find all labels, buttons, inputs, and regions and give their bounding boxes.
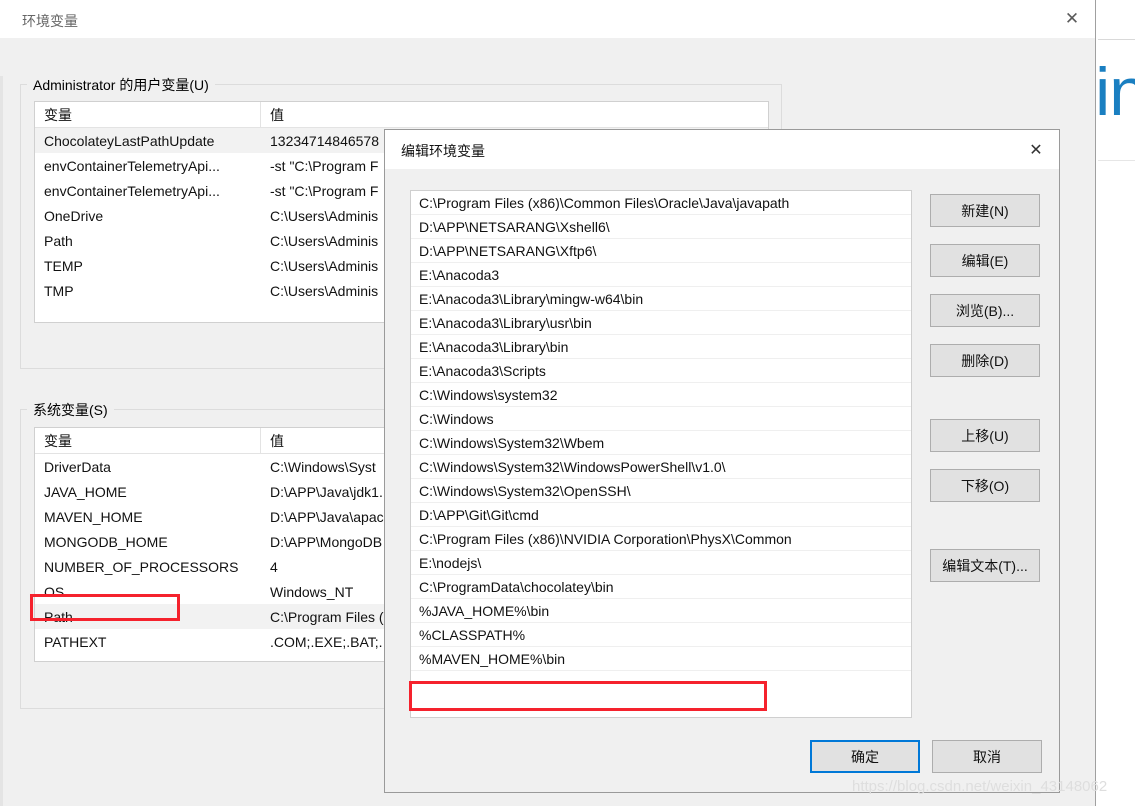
env-window-titlebar: 环境变量 ✕ [0, 0, 1095, 39]
path-entries-rows: C:\Program Files (x86)\Common Files\Orac… [411, 191, 911, 671]
path-entry-row[interactable]: C:\Program Files (x86)\Common Files\Orac… [411, 191, 911, 215]
variable-name-cell: MONGODB_HOME [44, 533, 168, 550]
browse-button[interactable]: 浏览(B)... [930, 294, 1040, 327]
path-entry-row[interactable]: E:\Anacoda3\Library\usr\bin [411, 311, 911, 335]
ok-button[interactable]: 确定 [810, 740, 920, 773]
variable-name-cell: JAVA_HOME [44, 483, 127, 500]
column-header-name[interactable]: 变量 [35, 102, 261, 127]
path-entry-row[interactable]: E:\Anacoda3\Scripts [411, 359, 911, 383]
move-down-button[interactable]: 下移(O) [930, 469, 1040, 502]
variable-name-cell: Path [44, 608, 73, 625]
path-entry-row[interactable]: %MAVEN_HOME%\bin [411, 647, 911, 671]
variable-name-cell: ChocolateyLastPathUpdate [44, 132, 215, 149]
path-entry-row[interactable]: C:\ProgramData\chocolatey\bin [411, 575, 911, 599]
desktop-divider-bottom [1098, 160, 1135, 161]
path-entry-row[interactable]: C:\Windows\System32\Wbem [411, 431, 911, 455]
window-left-edge [0, 76, 3, 806]
variable-name-cell: PATHEXT [44, 633, 107, 650]
path-entries-list[interactable]: C:\Program Files (x86)\Common Files\Orac… [410, 190, 912, 718]
path-entry-row[interactable]: D:\APP\NETSARANG\Xshell6\ [411, 215, 911, 239]
user-variables-legend: Administrator 的用户变量(U) [27, 75, 215, 95]
variable-name-cell: envContainerTelemetryApi... [44, 157, 220, 174]
path-entry-row[interactable]: D:\APP\NETSARANG\Xftp6\ [411, 239, 911, 263]
cancel-button[interactable]: 取消 [932, 740, 1042, 773]
variable-name-cell: OS [44, 583, 65, 600]
path-entry-row[interactable]: C:\Windows\System32\OpenSSH\ [411, 479, 911, 503]
close-icon[interactable]: ✕ [1013, 130, 1059, 169]
edit-button[interactable]: 编辑(E) [930, 244, 1040, 277]
variable-name-cell: TMP [44, 282, 74, 299]
path-entry-row[interactable]: %CLASSPATH% [411, 623, 911, 647]
variable-name-cell: NUMBER_OF_PROCESSORS [44, 558, 239, 575]
path-entry-row[interactable]: C:\Windows [411, 407, 911, 431]
column-header-name[interactable]: 变量 [35, 428, 261, 453]
variable-name-cell: MAVEN_HOME [44, 508, 143, 525]
desktop-divider-top [1098, 39, 1135, 40]
variable-name-cell: envContainerTelemetryApi... [44, 182, 220, 199]
path-entry-row[interactable]: E:\Anacoda3\Library\bin [411, 335, 911, 359]
path-entry-row[interactable]: E:\Anacoda3 [411, 263, 911, 287]
system-variables-legend: 系统变量(S) [27, 400, 114, 420]
path-entry-row[interactable]: C:\Windows\System32\WindowsPowerShell\v1… [411, 455, 911, 479]
new-button[interactable]: 新建(N) [930, 194, 1040, 227]
user-variables-table-header: 变量 值 [35, 102, 768, 128]
variable-name-cell: DriverData [44, 458, 111, 475]
path-entry-row[interactable]: C:\Program Files (x86)\NVIDIA Corporatio… [411, 527, 911, 551]
variable-name-cell: OneDrive [44, 207, 104, 224]
edit-dialog-title: 编辑环境变量 [401, 143, 485, 159]
path-entry-row[interactable]: E:\nodejs\ [411, 551, 911, 575]
path-entry-row[interactable]: D:\APP\Git\Git\cmd [411, 503, 911, 527]
edit-dialog-titlebar: 编辑环境变量 ✕ [385, 130, 1059, 169]
path-entry-row[interactable]: C:\Windows\system32 [411, 383, 911, 407]
close-icon[interactable]: ✕ [1049, 0, 1095, 38]
edit-text-button[interactable]: 编辑文本(T)... [930, 549, 1040, 582]
path-entry-row[interactable]: %JAVA_HOME%\bin [411, 599, 911, 623]
variable-name-cell: Path [44, 232, 73, 249]
move-up-button[interactable]: 上移(U) [930, 419, 1040, 452]
column-header-value[interactable]: 值 [261, 102, 768, 127]
variable-name-cell: TEMP [44, 257, 83, 274]
edit-environment-variable-dialog: 编辑环境变量 ✕ C:\Program Files (x86)\Common F… [384, 129, 1060, 793]
path-entry-row[interactable]: E:\Anacoda3\Library\mingw-w64\bin [411, 287, 911, 311]
env-window-title: 环境变量 [22, 13, 78, 29]
delete-button[interactable]: 删除(D) [930, 344, 1040, 377]
